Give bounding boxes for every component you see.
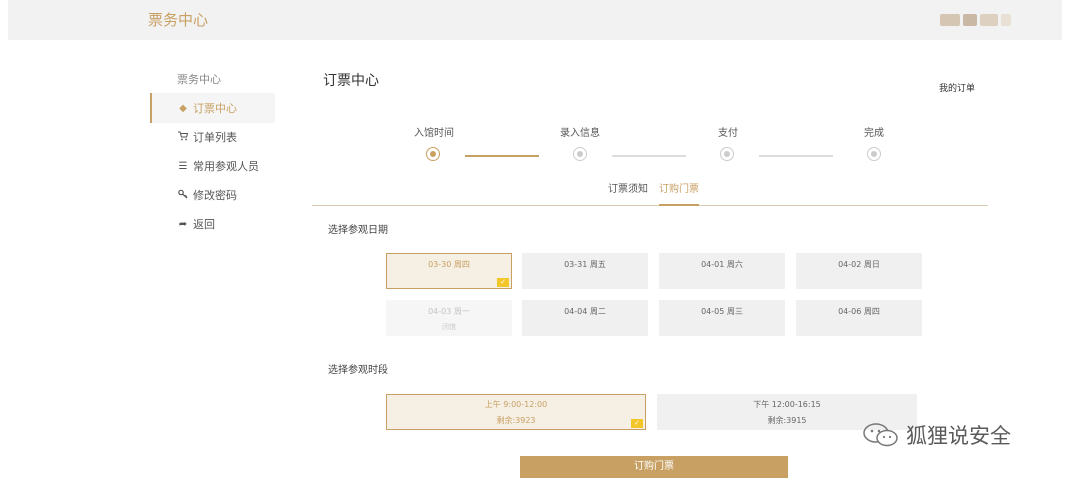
sign-out-icon: ➦ — [178, 218, 188, 230]
cart-icon — [178, 131, 189, 144]
slot-time: 下午 12:00-16:15 — [753, 400, 821, 409]
buy-tickets-button[interactable]: 订购门票 — [520, 456, 788, 478]
sidebar-item-back[interactable]: ➦ 返回 — [150, 209, 275, 239]
date-option[interactable]: 04-05 周三 — [659, 300, 785, 336]
date-label: 04-05 周三 — [701, 307, 743, 316]
date-option[interactable]: 04-06 周四 — [796, 300, 922, 336]
date-label: 04-06 周四 — [838, 307, 880, 316]
date-label: 03-31 周五 — [564, 260, 606, 269]
step-connector — [612, 155, 686, 157]
sidebar-item-order-list[interactable]: 订单列表 — [150, 122, 275, 152]
date-option[interactable]: 04-04 周二 — [522, 300, 648, 336]
tag-icon: ◆ — [179, 102, 187, 114]
date-option-closed: 04-03 周一 闭馆 — [386, 300, 512, 336]
slot-remaining: 剩余:3923 — [496, 416, 536, 425]
step-label-pay: 支付 — [718, 128, 738, 139]
date-label: 04-01 周六 — [701, 260, 743, 269]
wechat-icon — [863, 423, 898, 447]
page-title: 订票中心 — [323, 73, 379, 89]
user-avatar[interactable] — [940, 10, 1020, 32]
time-section-label: 选择参观时段 — [328, 365, 388, 376]
watermark-text: 狐狸说安全 — [906, 424, 1011, 448]
step-connector — [465, 155, 539, 157]
top-bar: 票务中心 — [8, 0, 1062, 40]
date-option[interactable]: 03-31 周五 — [522, 253, 648, 289]
sidebar-item-label: 订票中心 — [193, 102, 237, 115]
date-label: 04-02 周日 — [838, 260, 880, 269]
sidebar-item-label: 修改密码 — [193, 189, 237, 202]
date-label: 04-03 周一 — [428, 307, 470, 316]
date-option[interactable]: 04-01 周六 — [659, 253, 785, 289]
step-label-done: 完成 — [864, 128, 884, 139]
step-connector — [759, 155, 833, 157]
check-icon: ✓ — [631, 419, 643, 428]
slot-time: 上午 9:00-12:00 — [484, 400, 548, 409]
brand-title: 票务中心 — [148, 11, 209, 29]
sidebar-title: 票务中心 — [177, 73, 221, 86]
step-label-time: 入馆时间 — [414, 128, 454, 139]
sidebar-item-label: 返回 — [193, 218, 215, 231]
watermark: 狐狸说安全 — [862, 420, 1011, 450]
closed-label: 闭馆 — [442, 323, 456, 331]
sidebar-item-change-password[interactable]: 修改密码 — [150, 180, 275, 210]
step-label-info: 录入信息 — [560, 128, 600, 139]
sidebar-item-label: 常用参观人员 — [193, 160, 259, 173]
time-slot-option[interactable]: 上午 9:00-12:00 剩余:3923 ✓ — [386, 394, 646, 430]
sidebar-item-label: 订单列表 — [193, 131, 237, 144]
step-dot-time — [426, 147, 440, 161]
sidebar-item-visitors[interactable]: ☰ 常用参观人员 — [150, 151, 275, 181]
my-orders-link[interactable]: 我的订单 — [939, 81, 975, 94]
check-icon: ✓ — [497, 278, 509, 287]
date-label: 04-04 周二 — [564, 307, 606, 316]
step-dot-done — [867, 147, 881, 161]
date-label: 03-30 周四 — [428, 260, 470, 269]
key-icon — [178, 189, 188, 202]
tab-bar: 订票须知 订购门票 — [312, 182, 988, 206]
list-icon: ☰ — [178, 160, 188, 172]
tab-buy-tickets[interactable]: 订购门票 — [659, 182, 699, 206]
date-option[interactable]: 04-02 周日 — [796, 253, 922, 289]
sidebar-item-booking-center[interactable]: ◆ 订票中心 — [150, 93, 275, 123]
date-option[interactable]: 03-30 周四 ✓ — [386, 253, 512, 289]
date-section-label: 选择参观日期 — [328, 225, 388, 236]
tab-booking-notice[interactable]: 订票须知 — [608, 182, 648, 206]
step-dot-pay — [720, 147, 734, 161]
step-dot-info — [573, 147, 587, 161]
